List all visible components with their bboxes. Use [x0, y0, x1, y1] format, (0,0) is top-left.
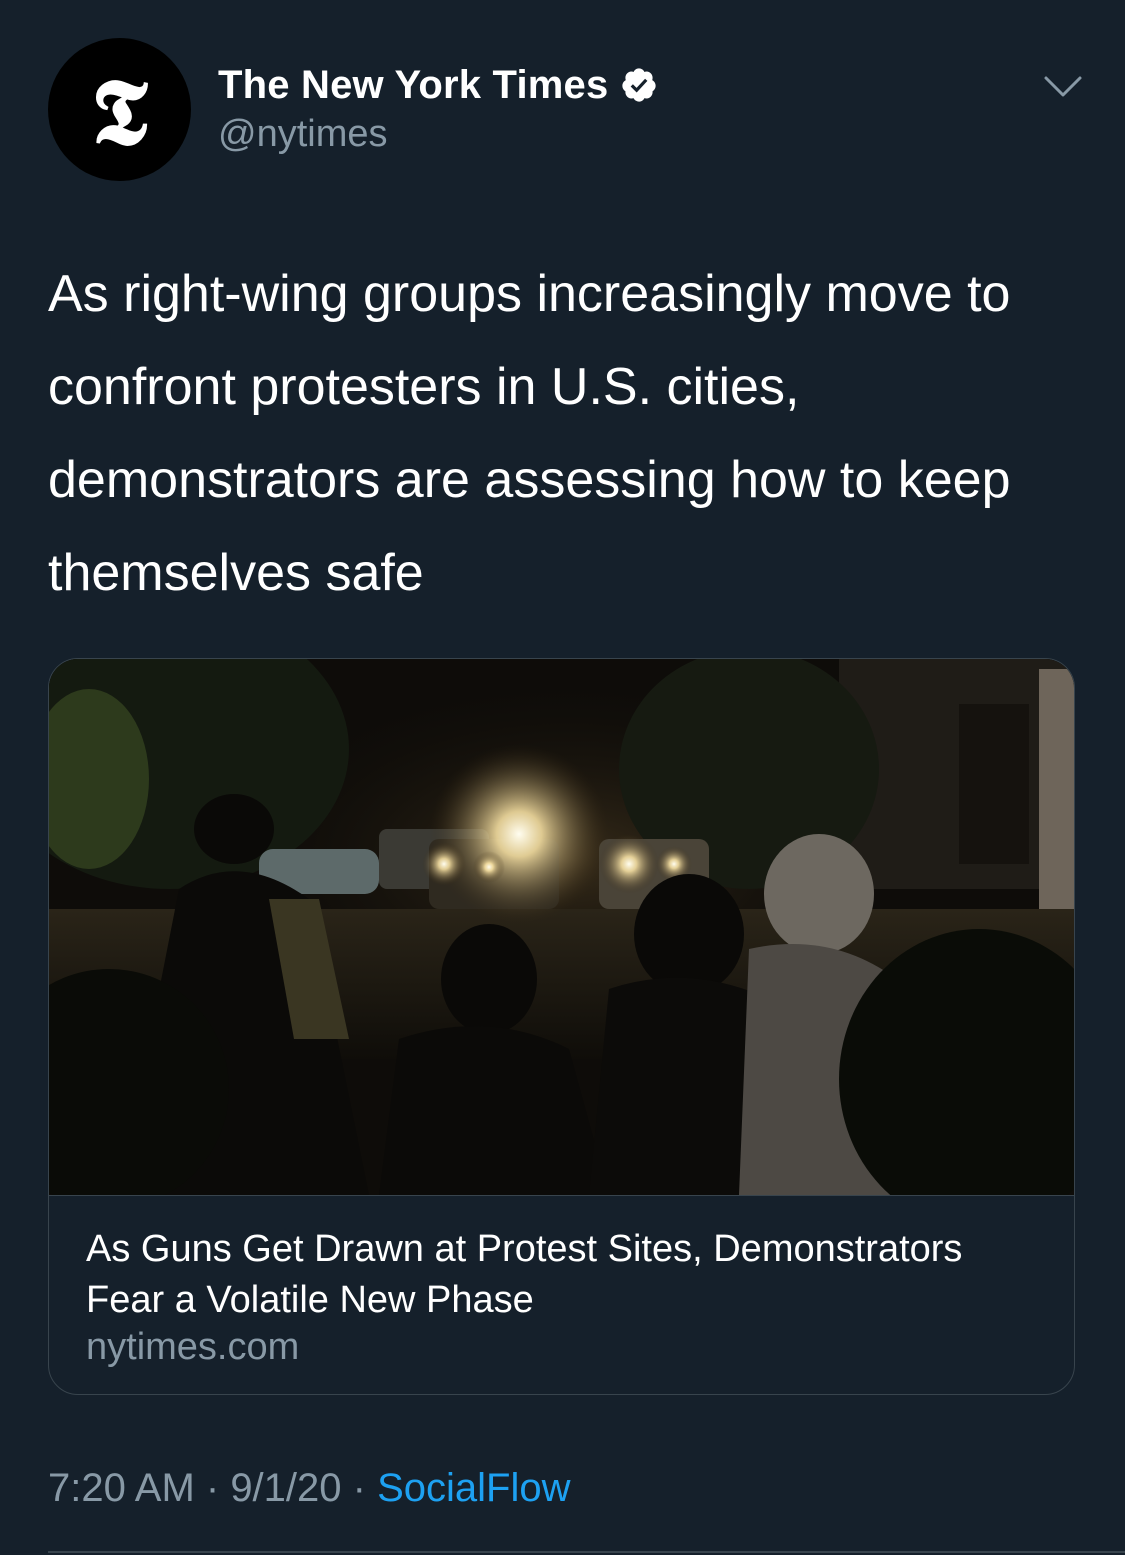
display-name[interactable]: The New York Times: [218, 63, 608, 108]
verified-badge-icon: [622, 68, 657, 102]
meta-separator: ·: [341, 1466, 378, 1510]
tweet-time: 7:20 AM: [48, 1466, 195, 1510]
link-card-domain: nytimes.com: [86, 1326, 300, 1368]
chevron-down-icon[interactable]: [1040, 70, 1086, 104]
tweet-date: 9/1/20: [230, 1466, 342, 1510]
link-card-title[interactable]: As Guns Get Drawn at Protest Sites, Demo…: [86, 1224, 1046, 1326]
link-card[interactable]: As Guns Get Drawn at Protest Sites, Demo…: [48, 658, 1075, 1395]
tweet-source-link[interactable]: SocialFlow: [377, 1466, 570, 1511]
nyt-logo-icon: 𝕿: [91, 57, 148, 166]
tweet-detail: 𝕿 The New York Times @nytimes As right-w…: [0, 0, 1125, 1555]
author-name-row[interactable]: The New York Times: [218, 60, 658, 110]
meta-separator: ·: [194, 1466, 231, 1510]
avatar[interactable]: 𝕿: [48, 38, 191, 181]
handle[interactable]: @nytimes: [218, 113, 388, 156]
tweet-meta: 7:20 AM · 9/1/20 · SocialFlow: [48, 1466, 570, 1511]
tweet-text: As right-wing groups increasingly move t…: [48, 265, 1011, 602]
protest-night-photo[interactable]: [49, 659, 1074, 1196]
divider: [48, 1551, 1125, 1553]
